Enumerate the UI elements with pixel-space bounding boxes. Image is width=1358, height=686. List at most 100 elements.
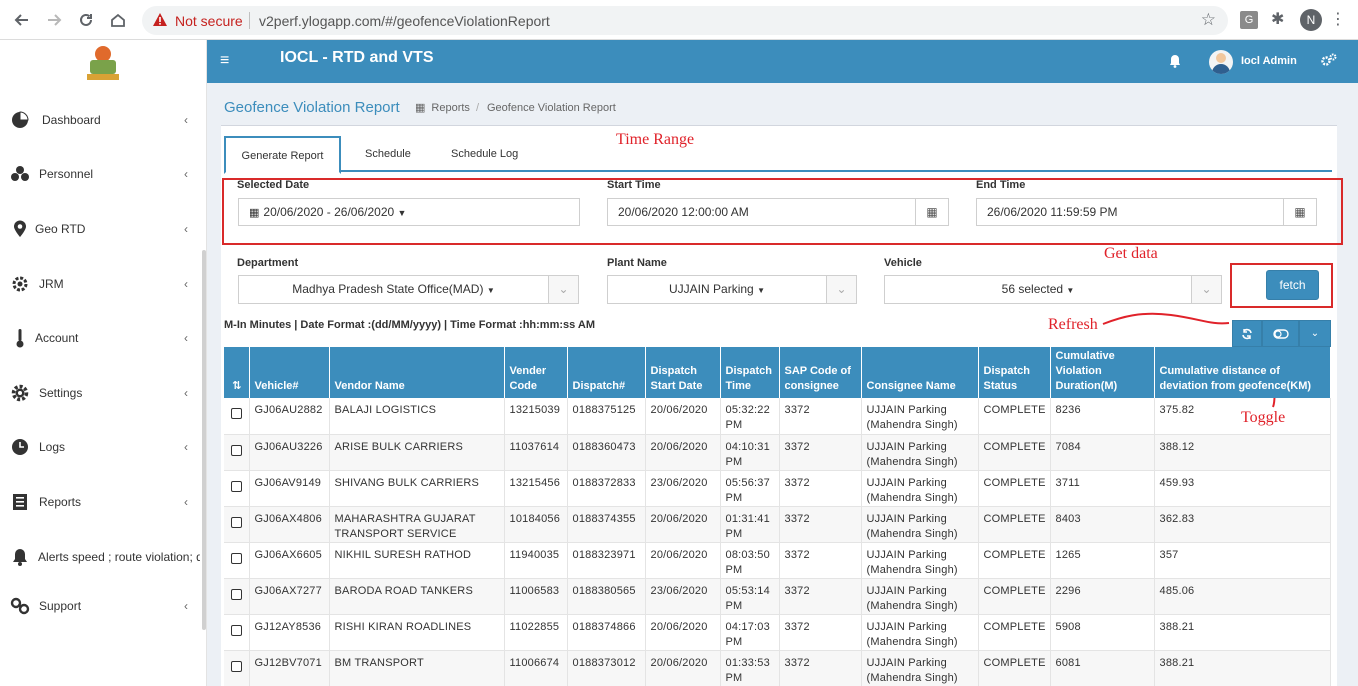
column-header[interactable]: Dispatch# [567,347,646,398]
sidebar-item-reports[interactable]: Reports ‹ [0,487,200,517]
plant-name-select[interactable]: UJJAIN Parking ▼ ⌄ [607,275,857,304]
sidebar-item-settings[interactable]: Settings ‹ [0,378,200,408]
bookmark-star-icon[interactable]: ☆ [1201,10,1216,30]
sidebar-item-label: Settings [39,386,83,400]
table-cell: 20/06/2020 [645,434,721,471]
table-row[interactable]: GJ06AV9149 SHIVANG BULK CARRIERS 13215456 0… [224,470,1331,507]
table-row[interactable]: GJ06AX6605 NIKHIL SURESH RATHOD 11940035 01… [224,542,1331,579]
table-cell: 6081 [1050,650,1155,686]
table-row[interactable]: GJ06AX4806 MAHARASHTRA GUJARAT TRANSPORT … [224,506,1331,543]
url-text[interactable]: v2perf.ylogapp.com/#/geofenceViolationRe… [259,13,550,29]
back-arrow-icon[interactable] [10,8,34,32]
row-checkbox[interactable] [230,516,242,528]
department-select[interactable]: Madhya Pradesh State Office(MAD) ▼ ⌄ [238,275,579,304]
end-time-label: End Time [976,179,1026,191]
sidebar-item-account[interactable]: Account ‹ [0,323,200,353]
settings-cogs-icon[interactable] [1321,53,1337,70]
table-row[interactable]: GJ12AY8536 RISHI KIRAN ROADLINES 11022855 0… [224,614,1331,651]
browser-menu-icon[interactable]: ⋮ [1330,11,1348,29]
sidebar-item-support[interactable]: Support ‹ [0,591,200,621]
vehicle-select[interactable]: 56 selected ▼ ⌄ [884,275,1222,304]
column-header[interactable]: Dispatch Status [978,347,1051,398]
start-time-input[interactable]: 20/06/2020 12:00:00 AM [607,198,916,226]
row-checkbox[interactable] [230,660,242,672]
column-header[interactable]: Dispatch Time [720,347,780,398]
reload-icon[interactable] [74,8,98,32]
selected-date-picker[interactable]: ▦ 20/06/2020 - 26/06/2020 ▼ [238,198,580,226]
tab-generate-report[interactable]: Generate Report [224,136,341,174]
row-checkbox[interactable] [230,408,242,419]
table-cell: COMPLETE [978,614,1051,651]
breadcrumb-home-icon[interactable]: ▦ [415,102,425,114]
end-calendar-button[interactable]: ▦ [1283,198,1317,226]
forward-arrow-icon[interactable] [42,8,66,32]
refresh-button[interactable] [1232,320,1262,347]
chevron-down-icon[interactable]: ⌄ [1191,276,1221,303]
table-cell: GJ06AX6605 [249,542,330,579]
table-cell: 11037614 [504,434,568,471]
table-row[interactable]: GJ06AU3226 ARISE BULK CARRIERS 11037614 018… [224,434,1331,471]
table-row[interactable]: GJ12BV7071 BM TRANSPORT 11006674 0188373012… [224,650,1331,686]
table-cell: 05:53:14 PM [720,578,780,615]
breadcrumb-reports[interactable]: Reports [431,102,470,114]
sidebar-item-dashboard[interactable]: Dashboard ‹ [0,105,200,135]
column-header[interactable]: Cumulative Violation Duration(M) [1050,347,1155,398]
table-cell: 23/06/2020 [645,470,721,507]
extension-g-icon[interactable]: G [1240,11,1258,29]
columns-dropdown-button[interactable]: ⌄ [1299,320,1331,347]
row-checkbox[interactable] [230,552,242,564]
table-row[interactable]: GJ06AX7277 BARODA ROAD TANKERS 11006583 018… [224,578,1331,615]
column-header[interactable]: Consignee Name [861,347,979,398]
sidebar-item-geo-rtd[interactable]: Geo RTD ‹ [0,214,200,244]
column-header[interactable]: SAP Code of consignee [779,347,862,398]
sidebar-item-alerts[interactable]: Alerts speed ; route violation; dis [0,542,200,572]
table-cell: 0188372833 [567,470,646,507]
tab-schedule[interactable]: Schedule [365,136,411,172]
column-header[interactable]: Vender Code [504,347,568,398]
sidebar-item-personnel[interactable]: Personnel ‹ [0,159,200,189]
table-cell: 388.21 [1154,614,1331,651]
table-row[interactable]: GJ06AU2882 BALAJI LOGISTICS 13215039 018837… [224,398,1331,435]
profile-avatar[interactable]: N [1300,9,1322,31]
fetch-button[interactable]: fetch [1266,270,1319,300]
chevron-down-icon[interactable]: ⌄ [826,276,856,303]
chevron-down-icon[interactable]: ⌄ [548,276,578,303]
sidebar-scrollbar[interactable] [202,250,206,630]
home-icon[interactable] [106,8,130,32]
bell-icon [10,547,29,567]
row-checkbox-cell [224,398,250,435]
tab-schedule-log[interactable]: Schedule Log [451,136,518,172]
notification-bell-icon[interactable] [1169,54,1181,71]
department-label: Department [237,257,299,269]
page-title: Geofence Violation Report [224,99,400,116]
toggle-button[interactable] [1262,320,1299,347]
row-checkbox[interactable] [230,480,242,492]
user-avatar[interactable] [1209,50,1233,74]
sidebar-item-jrm[interactable]: JRM ‹ [0,269,200,299]
table-cell: BM TRANSPORT [329,650,505,686]
extensions-puzzle-icon[interactable]: ✱ [1271,11,1289,29]
table-cell: GJ06AU2882 [249,398,330,435]
address-bar[interactable]: Not secure v2perf.ylogapp.com/#/geofence… [142,6,1228,35]
row-checkbox[interactable] [230,588,242,600]
table-cell: GJ06AV9149 [249,470,330,507]
table-cell: 3372 [779,578,862,615]
row-checkbox[interactable] [230,624,242,636]
column-header[interactable]: Vendor Name [329,347,505,398]
gear-icon [10,383,30,403]
row-checkbox[interactable] [230,444,242,456]
column-header[interactable]: Cumulative distance of deviation from ge… [1154,347,1331,398]
table-cell: 10184056 [504,506,568,543]
calendar-icon: ▦ [1294,205,1306,219]
column-header[interactable]: Vehicle# [249,347,330,398]
column-header[interactable]: Dispatch Start Date [645,347,721,398]
start-calendar-button[interactable]: ▦ [915,198,949,226]
user-name[interactable]: Iocl Admin [1241,55,1297,67]
sort-icon[interactable]: ⇅ [224,347,250,398]
end-time-input[interactable]: 26/06/2020 11:59:59 PM [976,198,1285,226]
sidebar-item-logs[interactable]: Logs ‹ [0,432,200,462]
table-cell: NIKHIL SURESH RATHOD [329,542,505,579]
menu-toggle-icon[interactable]: ≡ [220,52,229,70]
table-cell: 7084 [1050,434,1155,471]
table-cell: 3372 [779,614,862,651]
